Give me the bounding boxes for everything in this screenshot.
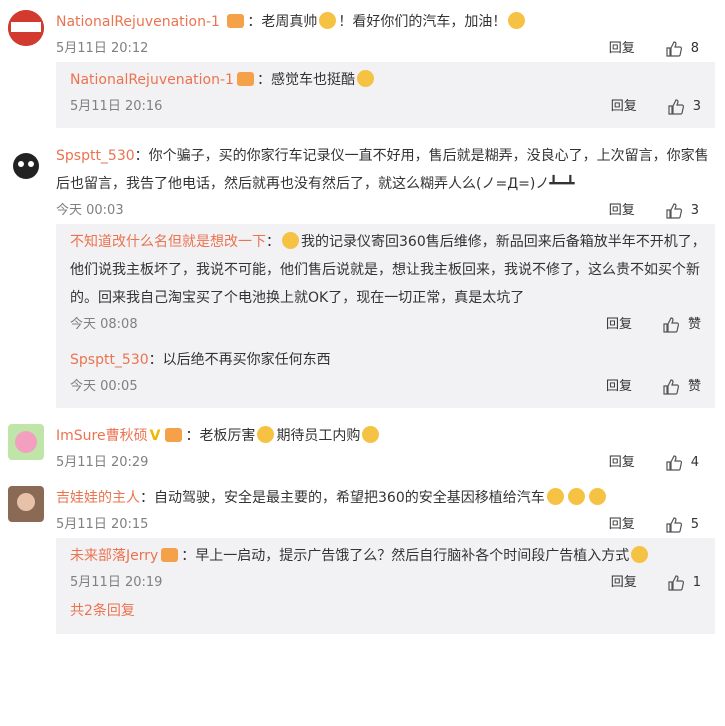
reply: Spsptt_530：以后绝不再买你家任何东西 今天 00:05 回复 赞 bbox=[70, 346, 715, 400]
comment-text: ImSure曹秋硕 V ：老板厉害 期待员工内购 bbox=[56, 422, 715, 450]
username[interactable]: 吉娃娃的主人 bbox=[56, 490, 140, 506]
badge-icon bbox=[236, 72, 254, 86]
reply: NationalRejuvenation-1 ：感觉车也挺酷 5月11日 20:1… bbox=[70, 66, 715, 120]
badge-icon bbox=[161, 548, 179, 562]
timestamp: 今天 08:08 bbox=[70, 317, 138, 332]
timestamp: 5月11日 20:19 bbox=[70, 575, 163, 590]
timestamp: 5月11日 20:12 bbox=[56, 41, 149, 56]
like-count: 8 bbox=[690, 41, 699, 56]
thumbs-up-icon bbox=[666, 203, 682, 219]
reply-button[interactable]: 回复 bbox=[611, 570, 637, 596]
badge-icon bbox=[165, 428, 183, 442]
like-button[interactable]: 赞 bbox=[662, 312, 701, 338]
excited-emoji bbox=[362, 426, 380, 443]
thumbs-up-icon bbox=[666, 41, 682, 57]
timestamp: 今天 00:05 bbox=[70, 379, 138, 394]
laughing-emoji bbox=[567, 488, 585, 505]
comment: ImSure曹秋硕 V ：老板厉害 期待员工内购 5月11日 20:29 回复 4 bbox=[0, 408, 725, 476]
reply-button[interactable]: 回复 bbox=[606, 312, 632, 338]
comment-text: Spsptt_530：你个骗子，买的你家行车记录仪一直不好用，售后就是糊弄，没良… bbox=[56, 148, 709, 192]
thumbs-up-emoji bbox=[282, 232, 299, 249]
like-button[interactable]: 5 bbox=[665, 512, 699, 538]
reply-thread: 不知道改什么名但就是想改一下： 我的记录仪寄回360售后维修，新品回来后备箱放半年… bbox=[56, 224, 715, 408]
laughing-emoji bbox=[546, 488, 564, 505]
username[interactable]: 未来部落Jerry bbox=[70, 548, 158, 564]
username[interactable]: NationalRejuvenation-1 bbox=[56, 14, 220, 30]
like-button[interactable]: 8 bbox=[665, 36, 699, 62]
like-button[interactable]: 4 bbox=[665, 450, 699, 476]
like-button[interactable]: 1 bbox=[667, 570, 701, 596]
comment-text: NationalRejuvenation-1 ：老周真帅 ！看好你们的汽车，加油！ bbox=[56, 8, 715, 36]
thumbs-up-icon bbox=[668, 99, 684, 115]
reply: 不知道改什么名但就是想改一下： 我的记录仪寄回360售后维修，新品回来后备箱放半年… bbox=[70, 228, 715, 338]
like-button[interactable]: 赞 bbox=[662, 374, 701, 400]
thumbs-up-emoji bbox=[257, 426, 275, 443]
avatar[interactable] bbox=[8, 424, 44, 460]
timestamp: 5月11日 20:16 bbox=[70, 99, 163, 114]
badge-icon bbox=[227, 14, 245, 28]
username[interactable]: Spsptt_530 bbox=[56, 148, 135, 164]
flex-emoji bbox=[508, 12, 526, 29]
scared-emoji bbox=[631, 546, 649, 563]
reply-button[interactable]: 回复 bbox=[609, 450, 635, 476]
like-button[interactable]: 3 bbox=[667, 94, 701, 120]
thumbs-up-icon bbox=[666, 455, 682, 471]
reply-button[interactable]: 回复 bbox=[609, 512, 635, 538]
timestamp: 今天 00:03 bbox=[56, 203, 124, 218]
reply-thread: NationalRejuvenation-1 ：感觉车也挺酷 5月11日 20:1… bbox=[56, 62, 715, 128]
reply-button[interactable]: 回复 bbox=[611, 94, 637, 120]
comment: 吉娃娃的主人：自动驾驶，安全是最主要的，希望把360的安全基因移植给汽车 5月1… bbox=[0, 476, 725, 634]
comment: NationalRejuvenation-1 ：老周真帅 ！看好你们的汽车，加油！… bbox=[0, 0, 725, 128]
thumbs-up-icon bbox=[668, 575, 684, 591]
avatar[interactable] bbox=[8, 486, 44, 522]
thumbs-up-icon bbox=[663, 317, 680, 333]
laughing-emoji bbox=[588, 488, 606, 505]
avatar[interactable] bbox=[8, 10, 44, 46]
thumbs-up-emoji bbox=[319, 12, 337, 29]
more-replies-link[interactable]: 共2条回复 bbox=[70, 596, 715, 626]
comment: Spsptt_530：你个骗子，买的你家行车记录仪一直不好用，售后就是糊弄，没良… bbox=[0, 128, 725, 408]
timestamp: 5月11日 20:15 bbox=[56, 517, 149, 532]
comment-meta: 5月11日 20:12 回复 8 bbox=[56, 36, 715, 62]
reply-thread: 未来部落Jerry ：早上一启动，提示广告饿了么？然后自行脑补各个时间段广告植入方… bbox=[56, 538, 715, 634]
reply-button[interactable]: 回复 bbox=[609, 36, 635, 62]
username[interactable]: 不知道改什么名但就是想改一下 bbox=[70, 234, 266, 250]
reply-button[interactable]: 回复 bbox=[606, 374, 632, 400]
username[interactable]: Spsptt_530 bbox=[70, 352, 149, 368]
reply-button[interactable]: 回复 bbox=[609, 198, 635, 224]
verified-badge: V bbox=[149, 428, 161, 444]
thumbs-up-icon bbox=[666, 517, 682, 533]
avatar[interactable] bbox=[8, 144, 44, 180]
like-button[interactable]: 3 bbox=[665, 198, 699, 224]
timestamp: 5月11日 20:29 bbox=[56, 455, 149, 470]
thumbs-up-icon bbox=[663, 379, 680, 395]
comment-text: 吉娃娃的主人：自动驾驶，安全是最主要的，希望把360的安全基因移植给汽车 bbox=[56, 484, 715, 512]
cool-emoji bbox=[356, 70, 374, 87]
reply: 未来部落Jerry ：早上一启动，提示广告饿了么？然后自行脑补各个时间段广告植入方… bbox=[70, 542, 715, 596]
username[interactable]: ImSure曹秋硕 bbox=[56, 428, 148, 444]
username[interactable]: NationalRejuvenation-1 bbox=[70, 72, 234, 88]
comments-page: NationalRejuvenation-1 ：老周真帅 ！看好你们的汽车，加油！… bbox=[0, 0, 725, 726]
